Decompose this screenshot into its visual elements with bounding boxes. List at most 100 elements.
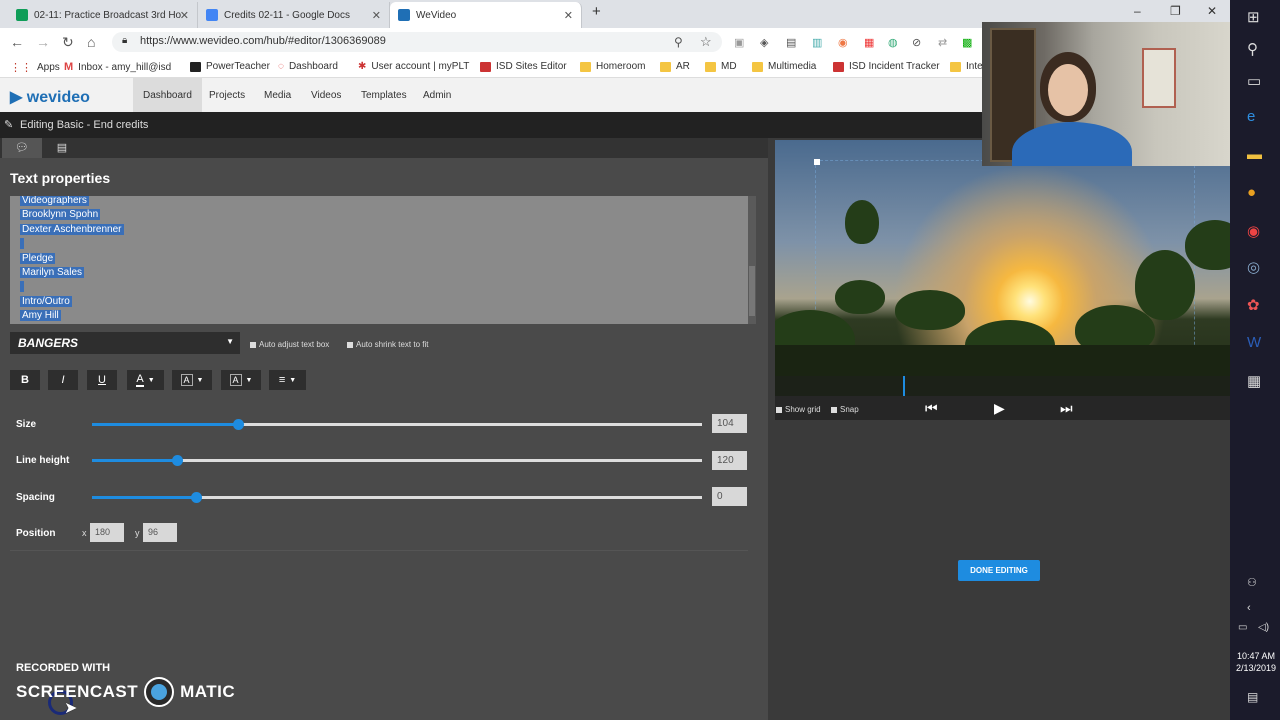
forward-icon[interactable]: →: [36, 34, 50, 50]
task-view-icon[interactable]: ▭: [1247, 72, 1261, 90]
text-tab-speech-icon[interactable]: 💬︎: [2, 138, 42, 158]
font-select[interactable]: BANGERS ▼: [10, 332, 240, 354]
minimize-icon[interactable]: –: [1134, 4, 1141, 18]
extension-icon[interactable]: ▣: [734, 36, 744, 49]
nav-videos[interactable]: Videos: [301, 78, 351, 112]
search-icon[interactable]: ⚲: [1247, 40, 1258, 58]
wevideo-logo[interactable]: ▶ wevideo: [10, 87, 90, 107]
notifications-icon[interactable]: ▤: [1247, 690, 1258, 704]
extension-icon[interactable]: ▩: [962, 36, 972, 49]
close-tab-icon[interactable]: ✕: [372, 9, 381, 22]
extension-icon[interactable]: ▤: [786, 36, 796, 49]
nav-templates[interactable]: Templates: [351, 78, 417, 112]
close-tab-icon[interactable]: ✕: [564, 9, 573, 22]
calculator-icon[interactable]: ▦: [1247, 372, 1261, 390]
size-slider[interactable]: [92, 419, 702, 430]
search-icon[interactable]: ⚲: [674, 35, 683, 49]
extension-icon[interactable]: ⊘: [912, 36, 921, 49]
file-explorer-icon[interactable]: ▬: [1247, 146, 1262, 163]
bold-button[interactable]: B: [10, 370, 40, 390]
auto-shrink-checkbox[interactable]: Auto shrink text to fit: [347, 340, 428, 349]
browser-tab-practice-broadcast[interactable]: 02-11: Practice Broadcast 3rd Ho ✕: [8, 2, 198, 28]
bookmark-powerteacher[interactable]: PowerTeacher: [190, 61, 270, 72]
nav-projects[interactable]: Projects: [199, 78, 255, 112]
browser-tab-wevideo[interactable]: WeVideo ✕: [390, 2, 582, 28]
size-value-input[interactable]: 104: [712, 414, 747, 433]
outline-color-button[interactable]: A ▼: [221, 370, 261, 390]
bookmark-inbox[interactable]: M Inbox - amy_hill@isd: [64, 61, 171, 73]
close-tab-icon[interactable]: ✕: [180, 9, 189, 22]
background-color-button[interactable]: A ▼: [172, 370, 212, 390]
show-grid-checkbox[interactable]: Show grid: [776, 405, 821, 414]
video-preview[interactable]: [775, 140, 1230, 396]
position-x-input[interactable]: 180: [90, 523, 124, 542]
reload-icon[interactable]: ↻: [62, 34, 74, 51]
scroll-thumb[interactable]: [749, 266, 755, 316]
credits-text-input[interactable]: Videographers Brooklynn Spohn Dexter Asc…: [10, 196, 748, 324]
position-y-input[interactable]: 96: [143, 523, 177, 542]
done-editing-button[interactable]: DONE EDITING: [958, 560, 1040, 581]
app-icon[interactable]: ◎: [1247, 258, 1260, 276]
alignment-button[interactable]: ≡ ▼: [269, 370, 306, 390]
playhead[interactable]: [903, 376, 905, 396]
extension-icon[interactable]: ▦: [864, 36, 874, 49]
chevron-left-icon[interactable]: ‹: [1247, 602, 1251, 614]
volume-icon[interactable]: ◁): [1258, 622, 1269, 633]
browser-tab-credits-doc[interactable]: Credits 02-11 - Google Docs ✕: [198, 2, 390, 28]
resize-handle[interactable]: [814, 159, 820, 165]
skip-forward-icon[interactable]: ⏭︎: [1060, 400, 1073, 417]
text-color-button[interactable]: A ▼: [127, 370, 164, 390]
close-window-icon[interactable]: ✕: [1207, 4, 1217, 18]
address-bar[interactable]: 🔒︎ https://www.wevideo.com/hub/#editor/1…: [112, 32, 722, 52]
extension-icon[interactable]: ◈: [760, 36, 768, 49]
bookmark-ar[interactable]: AR: [660, 61, 690, 72]
text-scrollbar[interactable]: [748, 196, 756, 324]
bookmark-inte[interactable]: Inte: [950, 61, 983, 72]
word-icon[interactable]: W: [1247, 334, 1261, 351]
edge-icon[interactable]: e: [1247, 108, 1255, 125]
line-height-slider[interactable]: [92, 455, 702, 466]
app-icon[interactable]: ●: [1247, 184, 1256, 201]
extension-icon[interactable]: ▥: [812, 36, 822, 49]
play-icon[interactable]: ▶: [994, 400, 1005, 417]
bookmark-incident-tracker[interactable]: ISD Incident Tracker: [833, 61, 940, 72]
network-icon[interactable]: ▭: [1238, 622, 1247, 633]
chevron-down-icon: ▼: [289, 376, 297, 384]
bookmark-star-icon[interactable]: ☆: [700, 34, 712, 50]
layers-tab-icon[interactable]: ▤: [42, 138, 82, 158]
snap-checkbox[interactable]: Snap: [831, 405, 859, 414]
system-clock[interactable]: 10:47 AM 2/13/2019: [1233, 650, 1279, 674]
spacing-slider-handle[interactable]: [190, 492, 202, 503]
extension-icon[interactable]: ◉: [838, 36, 848, 49]
app-icon[interactable]: ✿: [1247, 296, 1260, 314]
nav-media[interactable]: Media: [254, 78, 301, 112]
bookmark-multimedia[interactable]: Multimedia: [752, 61, 816, 72]
new-tab-button[interactable]: +: [592, 3, 601, 20]
bookmark-isd-sites[interactable]: ISD Sites Editor: [480, 61, 567, 72]
home-icon[interactable]: ⌂: [87, 34, 95, 50]
chrome-icon[interactable]: ◉: [1247, 222, 1260, 240]
bookmark-md[interactable]: MD: [705, 61, 737, 72]
spacing-slider[interactable]: [92, 492, 702, 503]
extension-icon[interactable]: ◍: [888, 36, 898, 49]
preview-scrubber[interactable]: [775, 376, 1230, 396]
bookmark-apps[interactable]: ⋮⋮ Apps: [10, 61, 60, 74]
bookmark-homeroom[interactable]: Homeroom: [580, 61, 645, 72]
people-icon[interactable]: ⚇: [1247, 576, 1257, 589]
bookmark-myplt[interactable]: ✱ User account | myPLT: [358, 61, 469, 72]
line-height-value-input[interactable]: 120: [712, 451, 747, 470]
auto-adjust-checkbox[interactable]: Auto adjust text box: [250, 340, 329, 349]
underline-button[interactable]: U: [87, 370, 117, 390]
line-height-slider-handle[interactable]: [172, 455, 184, 466]
nav-dashboard[interactable]: Dashboard: [133, 78, 202, 112]
extension-icon[interactable]: ⇄: [938, 36, 947, 49]
back-icon[interactable]: ←: [10, 34, 24, 50]
italic-button[interactable]: I: [48, 370, 78, 390]
size-slider-handle[interactable]: [233, 419, 245, 430]
skip-back-icon[interactable]: ⏮︎: [925, 400, 938, 417]
restore-icon[interactable]: ❐: [1170, 4, 1181, 18]
spacing-value-input[interactable]: 0: [712, 487, 747, 506]
bookmark-dashboard[interactable]: ◌ Dashboard: [278, 61, 338, 72]
windows-start-icon[interactable]: ⊞: [1247, 8, 1260, 26]
nav-admin[interactable]: Admin: [413, 78, 461, 112]
